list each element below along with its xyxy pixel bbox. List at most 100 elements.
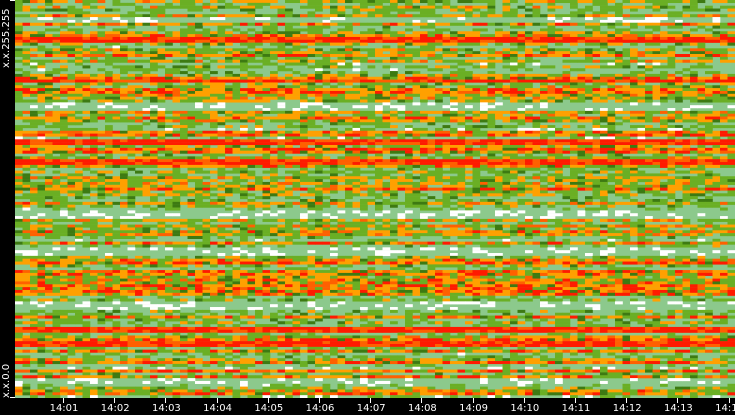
heatmap-cell [127, 193, 136, 197]
heatmap-cell [412, 127, 421, 131]
heatmap-cell [532, 116, 541, 120]
heatmap-cell [105, 150, 113, 154]
heatmap-cell [450, 59, 458, 63]
heatmap-cell [532, 156, 541, 160]
heatmap-cell [15, 2, 23, 6]
heatmap-row [15, 76, 735, 80]
heatmap-cell [652, 85, 661, 89]
heatmap-cell [592, 159, 601, 163]
heatmap-cell [600, 36, 608, 40]
heatmap-cell [240, 62, 248, 66]
heatmap-cell [457, 164, 466, 168]
heatmap-cell [150, 170, 158, 174]
heatmap-cell [540, 85, 548, 89]
heatmap-cell [52, 99, 61, 103]
heatmap-cell [592, 88, 601, 92]
heatmap-cell [22, 187, 31, 191]
heatmap-cell [397, 88, 406, 92]
heatmap-cell [255, 142, 263, 146]
heatmap-cell [315, 59, 323, 63]
heatmap-cell [412, 187, 421, 191]
heatmap-cell [652, 102, 661, 106]
heatmap-cell [645, 93, 653, 97]
heatmap-cell [105, 127, 113, 131]
heatmap-cell [322, 54, 331, 58]
heatmap-cell [75, 42, 83, 46]
heatmap-cell [585, 147, 593, 151]
heatmap-cell [390, 139, 398, 143]
heatmap-cell [517, 179, 526, 183]
heatmap-cell [667, 184, 676, 188]
heatmap-cell [690, 22, 698, 26]
heatmap-cell [397, 48, 406, 52]
heatmap-cell [195, 48, 203, 52]
heatmap-cell [97, 139, 106, 143]
heatmap-cell [52, 176, 61, 180]
heatmap-cell [600, 99, 608, 103]
heatmap-cell [690, 2, 698, 6]
heatmap-cell [525, 68, 533, 72]
heatmap-cell [225, 133, 233, 137]
heatmap-row [15, 130, 735, 134]
heatmap-cell [97, 170, 106, 174]
heatmap-cell [577, 68, 586, 72]
heatmap-cell [292, 159, 301, 163]
heatmap-cell [720, 142, 728, 146]
heatmap-cell [705, 153, 713, 157]
heatmap-cell [675, 113, 683, 117]
heatmap-cell [67, 45, 76, 49]
heatmap-cell [457, 119, 466, 123]
heatmap-cell [315, 85, 323, 89]
heatmap-cell [135, 93, 143, 97]
heatmap-cell [337, 179, 346, 183]
heatmap-cell [442, 190, 451, 194]
heatmap-cell [645, 68, 653, 72]
heatmap-cell [37, 0, 46, 4]
heatmap-cell [652, 173, 661, 177]
heatmap-cell [555, 28, 563, 32]
heatmap-cell [82, 39, 91, 43]
heatmap-cell [352, 99, 361, 103]
heatmap-cell [487, 159, 496, 163]
heatmap-cell [652, 0, 661, 4]
heatmap-cell [630, 14, 638, 18]
heatmap-cell [315, 176, 323, 180]
heatmap-cell [705, 51, 713, 55]
heatmap-cell [667, 159, 676, 163]
heatmap-cell [112, 176, 121, 180]
heatmap-cell [652, 25, 661, 29]
heatmap-cell [547, 142, 556, 146]
heatmap-cell [15, 113, 23, 117]
heatmap-cell [592, 176, 601, 180]
heatmap-cell [465, 190, 473, 194]
heatmap-cell [367, 36, 376, 40]
heatmap-cell [247, 144, 256, 149]
heatmap-cell [427, 2, 436, 6]
heatmap-cell [255, 65, 263, 69]
heatmap-cell [645, 51, 653, 55]
heatmap-cell [450, 127, 458, 131]
heatmap-cell [135, 119, 143, 123]
heatmap-cell [457, 90, 466, 95]
heatmap-cell [345, 42, 353, 46]
heatmap-cell [60, 85, 68, 89]
heatmap-cell [210, 85, 218, 89]
heatmap-cell [217, 127, 226, 131]
heatmap-cell [60, 187, 68, 191]
heatmap-cell [727, 5, 735, 9]
heatmap-cell [75, 122, 83, 126]
heatmap-cell [457, 133, 466, 137]
heatmap-cell [225, 142, 233, 146]
heatmap-cell [502, 190, 511, 194]
heatmap-cell [360, 193, 368, 197]
heatmap-cell [277, 139, 286, 143]
heatmap-cell [142, 76, 151, 80]
heatmap-cell [600, 119, 608, 123]
heatmap-cell [472, 14, 481, 18]
heatmap-cell [60, 199, 68, 203]
heatmap-cell [570, 156, 578, 160]
heatmap-cell [37, 59, 46, 63]
heatmap-cell [397, 156, 406, 160]
heatmap-cell [300, 73, 308, 77]
heatmap-cell [382, 39, 391, 43]
